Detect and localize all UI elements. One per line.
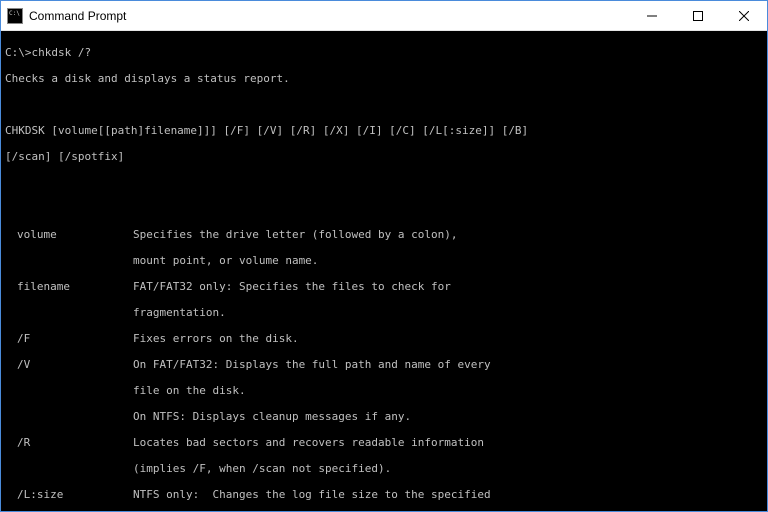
terminal-area[interactable]: C:\>chkdsk /? Checks a disk and displays… (1, 31, 767, 511)
option-volume: volumeSpecifies the drive letter (follow… (5, 228, 763, 241)
command-prompt-window: Command Prompt C:\>chkdsk /? Checks a di… (0, 0, 768, 512)
usage-line-2: [/scan] [/spotfix] (5, 150, 763, 163)
prompt-line: C:\>chkdsk /? (5, 46, 763, 59)
option-r: /RLocates bad sectors and recovers reada… (5, 436, 763, 449)
option-v: /VOn FAT/FAT32: Displays the full path a… (5, 358, 763, 371)
titlebar[interactable]: Command Prompt (1, 1, 767, 31)
maximize-button[interactable] (675, 1, 721, 30)
close-button[interactable] (721, 1, 767, 30)
window-title: Command Prompt (29, 9, 629, 23)
minimize-button[interactable] (629, 1, 675, 30)
option-l: /L:sizeNTFS only: Changes the log file s… (5, 488, 763, 501)
option-filename: filenameFAT/FAT32 only: Specifies the fi… (5, 280, 763, 293)
option-f: /FFixes errors on the disk. (5, 332, 763, 345)
window-controls (629, 1, 767, 30)
help-summary: Checks a disk and displays a status repo… (5, 72, 763, 85)
usage-line-1: CHKDSK [volume[[path]filename]]] [/F] [/… (5, 124, 763, 137)
cmd-icon (7, 8, 23, 24)
